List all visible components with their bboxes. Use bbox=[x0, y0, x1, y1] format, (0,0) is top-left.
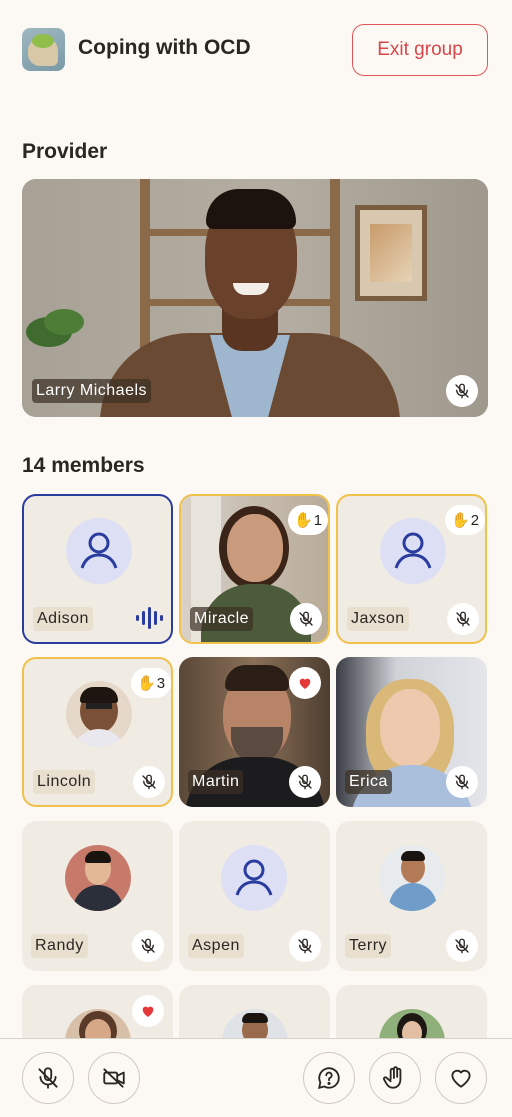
send-heart-button[interactable] bbox=[435, 1052, 487, 1104]
member-name: Miracle bbox=[190, 607, 254, 631]
members-section-title: 14 members bbox=[22, 454, 145, 477]
mic-off-icon bbox=[446, 766, 478, 798]
mic-off-icon bbox=[290, 603, 322, 635]
provider-section-title: Provider bbox=[22, 140, 108, 163]
provider-video-tile[interactable]: Larry Michaels bbox=[22, 179, 488, 417]
mic-off-icon bbox=[133, 766, 165, 798]
member-tile-jaxson[interactable]: ✋ 2 Jaxson bbox=[336, 494, 487, 644]
mic-off-icon bbox=[38, 1067, 58, 1089]
raised-hand-badge: ✋ 3 bbox=[131, 668, 171, 698]
camera-toggle-button[interactable] bbox=[88, 1052, 140, 1104]
member-tile-terry[interactable]: Terry bbox=[336, 821, 487, 971]
raised-hand-badge: ✋ 1 bbox=[288, 505, 328, 535]
provider-name-tag: Larry Michaels bbox=[32, 379, 152, 403]
video-off-icon bbox=[103, 1068, 125, 1088]
member-tile-aspen[interactable]: Aspen bbox=[179, 821, 330, 971]
help-button[interactable] bbox=[303, 1052, 355, 1104]
mic-off-icon bbox=[132, 930, 164, 962]
member-tile-adison[interactable]: Adison bbox=[22, 494, 173, 644]
raised-hand-badge: ✋ 2 bbox=[445, 505, 485, 535]
member-tile-martin[interactable]: Martin bbox=[179, 657, 330, 807]
member-photo bbox=[379, 845, 445, 911]
member-tile-randy[interactable]: Randy bbox=[22, 821, 173, 971]
user-avatar-icon bbox=[380, 518, 446, 584]
mic-off-icon bbox=[289, 930, 321, 962]
member-name: Erica bbox=[345, 770, 392, 794]
help-icon bbox=[318, 1067, 340, 1090]
group-title: Coping with OCD bbox=[78, 36, 251, 59]
mic-toggle-button[interactable] bbox=[22, 1052, 74, 1104]
member-name: Martin bbox=[188, 770, 244, 794]
exit-group-button[interactable]: Exit group bbox=[352, 24, 488, 76]
mic-off-icon bbox=[447, 603, 479, 635]
member-tile-erica[interactable]: Erica bbox=[336, 657, 487, 807]
raise-hand-icon bbox=[383, 1066, 402, 1089]
audio-wave-icon bbox=[136, 607, 163, 629]
member-name: Jaxson bbox=[347, 607, 409, 631]
member-tile-miracle[interactable]: ✋ 1 Miracle bbox=[179, 494, 330, 644]
heart-reaction-icon bbox=[289, 667, 321, 699]
member-name: Adison bbox=[33, 607, 93, 631]
raise-hand-button[interactable] bbox=[369, 1052, 421, 1104]
mic-off-icon bbox=[289, 766, 321, 798]
mic-off-icon bbox=[446, 930, 478, 962]
group-logo bbox=[22, 28, 65, 71]
member-name: Lincoln bbox=[33, 770, 96, 794]
call-controls-bar bbox=[0, 1038, 512, 1117]
member-photo bbox=[65, 845, 131, 911]
member-name: Aspen bbox=[188, 934, 244, 958]
heart-icon bbox=[451, 1069, 471, 1088]
member-name: Randy bbox=[31, 934, 88, 958]
member-photo bbox=[66, 681, 132, 747]
member-tile-lincoln[interactable]: ✋ 3 Lincoln bbox=[22, 657, 173, 807]
user-avatar-icon bbox=[66, 518, 132, 584]
user-avatar-icon bbox=[221, 845, 287, 911]
heart-reaction-icon bbox=[132, 995, 164, 1027]
mic-off-icon bbox=[446, 375, 478, 407]
member-name: Terry bbox=[345, 934, 392, 958]
header: Coping with OCD Exit group bbox=[0, 0, 512, 100]
